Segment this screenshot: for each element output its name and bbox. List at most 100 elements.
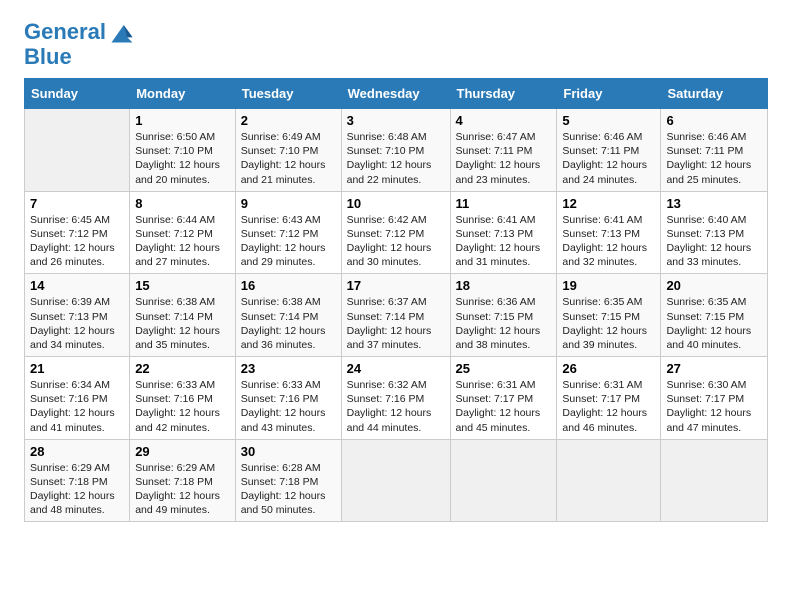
day-info: Sunrise: 6:33 AMSunset: 7:16 PMDaylight:… (135, 378, 230, 435)
day-header-sunday: Sunday (25, 79, 130, 109)
day-number: 24 (347, 361, 445, 376)
logo-icon (108, 18, 136, 46)
day-number: 14 (30, 278, 124, 293)
day-info: Sunrise: 6:28 AMSunset: 7:18 PMDaylight:… (241, 461, 336, 518)
day-number: 15 (135, 278, 230, 293)
calendar-cell: 16 Sunrise: 6:38 AMSunset: 7:14 PMDayligh… (235, 274, 341, 357)
day-number: 11 (456, 196, 552, 211)
day-info: Sunrise: 6:43 AMSunset: 7:12 PMDaylight:… (241, 213, 336, 270)
day-info: Sunrise: 6:44 AMSunset: 7:12 PMDaylight:… (135, 213, 230, 270)
calendar-cell: 20 Sunrise: 6:35 AMSunset: 7:15 PMDayligh… (661, 274, 768, 357)
day-number: 13 (666, 196, 762, 211)
day-header-saturday: Saturday (661, 79, 768, 109)
calendar-cell: 12 Sunrise: 6:41 AMSunset: 7:13 PMDayligh… (557, 191, 661, 274)
day-info: Sunrise: 6:35 AMSunset: 7:15 PMDaylight:… (562, 295, 655, 352)
day-number: 6 (666, 113, 762, 128)
day-info: Sunrise: 6:41 AMSunset: 7:13 PMDaylight:… (562, 213, 655, 270)
calendar-cell: 30 Sunrise: 6:28 AMSunset: 7:18 PMDayligh… (235, 439, 341, 522)
day-info: Sunrise: 6:31 AMSunset: 7:17 PMDaylight:… (562, 378, 655, 435)
week-row-3: 14 Sunrise: 6:39 AMSunset: 7:13 PMDayligh… (25, 274, 768, 357)
calendar-cell: 29Sunrise: 6:29 AMSunset: 7:18 PMDayligh… (130, 439, 236, 522)
day-info: Sunrise: 6:31 AMSunset: 7:17 PMDaylight:… (456, 378, 552, 435)
calendar-cell: 26 Sunrise: 6:31 AMSunset: 7:17 PMDayligh… (557, 357, 661, 440)
day-number: 20 (666, 278, 762, 293)
day-header-friday: Friday (557, 79, 661, 109)
calendar-cell: 23 Sunrise: 6:33 AMSunset: 7:16 PMDayligh… (235, 357, 341, 440)
day-number: 23 (241, 361, 336, 376)
calendar-cell: 24 Sunrise: 6:32 AMSunset: 7:16 PMDayligh… (341, 357, 450, 440)
day-number: 12 (562, 196, 655, 211)
logo: General Blue (24, 18, 136, 68)
calendar-cell: 9 Sunrise: 6:43 AMSunset: 7:12 PMDaylight… (235, 191, 341, 274)
day-info: Sunrise: 6:33 AMSunset: 7:16 PMDaylight:… (241, 378, 336, 435)
calendar-cell: 25Sunrise: 6:31 AMSunset: 7:17 PMDayligh… (450, 357, 557, 440)
calendar-cell: 14 Sunrise: 6:39 AMSunset: 7:13 PMDayligh… (25, 274, 130, 357)
day-info: Sunrise: 6:32 AMSunset: 7:16 PMDaylight:… (347, 378, 445, 435)
day-number: 3 (347, 113, 445, 128)
day-info: Sunrise: 6:30 AMSunset: 7:17 PMDaylight:… (666, 378, 762, 435)
calendar-cell: 21 Sunrise: 6:34 AMSunset: 7:16 PMDayligh… (25, 357, 130, 440)
day-number: 9 (241, 196, 336, 211)
week-row-1: 1 Sunrise: 6:50 AMSunset: 7:10 PMDaylight… (25, 109, 768, 192)
day-number: 5 (562, 113, 655, 128)
day-number: 28 (30, 444, 124, 459)
day-number: 1 (135, 113, 230, 128)
day-number: 7 (30, 196, 124, 211)
day-info: Sunrise: 6:47 AMSunset: 7:11 PMDaylight:… (456, 130, 552, 187)
day-number: 29 (135, 444, 230, 459)
day-number: 10 (347, 196, 445, 211)
calendar-cell: 7 Sunrise: 6:45 AMSunset: 7:12 PMDaylight… (25, 191, 130, 274)
day-info: Sunrise: 6:37 AMSunset: 7:14 PMDaylight:… (347, 295, 445, 352)
day-number: 27 (666, 361, 762, 376)
day-info: Sunrise: 6:38 AMSunset: 7:14 PMDaylight:… (135, 295, 230, 352)
calendar-cell: 3Sunrise: 6:48 AMSunset: 7:10 PMDaylight… (341, 109, 450, 192)
calendar-cell (25, 109, 130, 192)
day-info: Sunrise: 6:39 AMSunset: 7:13 PMDaylight:… (30, 295, 124, 352)
calendar-cell: 27 Sunrise: 6:30 AMSunset: 7:17 PMDayligh… (661, 357, 768, 440)
day-header-monday: Monday (130, 79, 236, 109)
calendar-cell (557, 439, 661, 522)
day-number: 21 (30, 361, 124, 376)
calendar-table: SundayMondayTuesdayWednesdayThursdayFrid… (24, 78, 768, 522)
calendar-cell: 18Sunrise: 6:36 AMSunset: 7:15 PMDayligh… (450, 274, 557, 357)
day-header-thursday: Thursday (450, 79, 557, 109)
day-number: 8 (135, 196, 230, 211)
calendar-cell: 5 Sunrise: 6:46 AMSunset: 7:11 PMDaylight… (557, 109, 661, 192)
day-info: Sunrise: 6:46 AMSunset: 7:11 PMDaylight:… (562, 130, 655, 187)
calendar-cell: 8 Sunrise: 6:44 AMSunset: 7:12 PMDaylight… (130, 191, 236, 274)
day-info: Sunrise: 6:50 AMSunset: 7:10 PMDaylight:… (135, 130, 230, 187)
calendar-cell: 1 Sunrise: 6:50 AMSunset: 7:10 PMDaylight… (130, 109, 236, 192)
day-number: 26 (562, 361, 655, 376)
day-info: Sunrise: 6:41 AMSunset: 7:13 PMDaylight:… (456, 213, 552, 270)
calendar-cell (661, 439, 768, 522)
logo-blue-text: Blue (24, 46, 136, 68)
calendar-cell: 13 Sunrise: 6:40 AMSunset: 7:13 PMDayligh… (661, 191, 768, 274)
day-number: 30 (241, 444, 336, 459)
day-info: Sunrise: 6:49 AMSunset: 7:10 PMDaylight:… (241, 130, 336, 187)
day-info: Sunrise: 6:46 AMSunset: 7:11 PMDaylight:… (666, 130, 762, 187)
day-info: Sunrise: 6:40 AMSunset: 7:13 PMDaylight:… (666, 213, 762, 270)
day-header-row: SundayMondayTuesdayWednesdayThursdayFrid… (25, 79, 768, 109)
day-info: Sunrise: 6:38 AMSunset: 7:14 PMDaylight:… (241, 295, 336, 352)
day-info: Sunrise: 6:45 AMSunset: 7:12 PMDaylight:… (30, 213, 124, 270)
calendar-cell: 6 Sunrise: 6:46 AMSunset: 7:11 PMDaylight… (661, 109, 768, 192)
day-number: 16 (241, 278, 336, 293)
day-info: Sunrise: 6:34 AMSunset: 7:16 PMDaylight:… (30, 378, 124, 435)
calendar-cell (341, 439, 450, 522)
calendar-cell: 17 Sunrise: 6:37 AMSunset: 7:14 PMDayligh… (341, 274, 450, 357)
day-info: Sunrise: 6:35 AMSunset: 7:15 PMDaylight:… (666, 295, 762, 352)
logo-text: General (24, 21, 106, 43)
calendar-cell: 22Sunrise: 6:33 AMSunset: 7:16 PMDayligh… (130, 357, 236, 440)
calendar-cell: 2Sunrise: 6:49 AMSunset: 7:10 PMDaylight… (235, 109, 341, 192)
day-info: Sunrise: 6:36 AMSunset: 7:15 PMDaylight:… (456, 295, 552, 352)
calendar-cell: 4Sunrise: 6:47 AMSunset: 7:11 PMDaylight… (450, 109, 557, 192)
day-info: Sunrise: 6:42 AMSunset: 7:12 PMDaylight:… (347, 213, 445, 270)
calendar-cell: 15 Sunrise: 6:38 AMSunset: 7:14 PMDayligh… (130, 274, 236, 357)
day-header-wednesday: Wednesday (341, 79, 450, 109)
week-row-2: 7 Sunrise: 6:45 AMSunset: 7:12 PMDaylight… (25, 191, 768, 274)
header: General Blue (24, 18, 768, 68)
day-number: 19 (562, 278, 655, 293)
page: General Blue SundayMondayTuesdayWednesda… (0, 0, 792, 612)
day-number: 17 (347, 278, 445, 293)
day-header-tuesday: Tuesday (235, 79, 341, 109)
